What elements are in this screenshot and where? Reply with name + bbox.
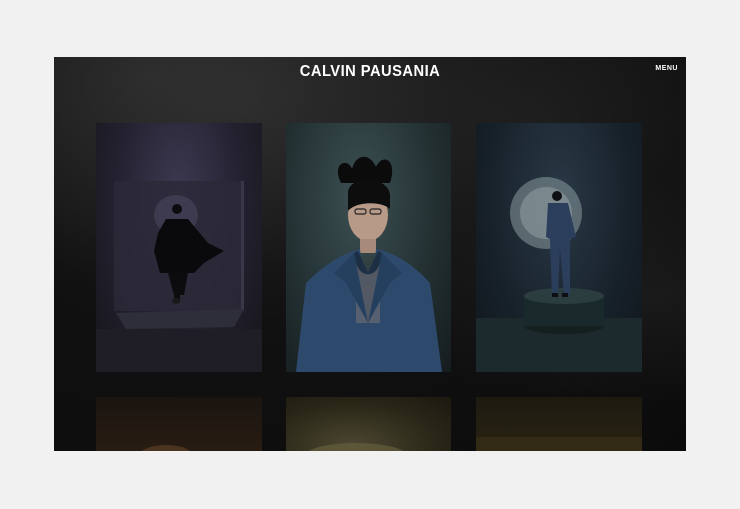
gallery-item-portrait[interactable]	[286, 123, 451, 372]
gallery-item-warm[interactable]	[96, 397, 262, 451]
warm-photo	[142, 445, 190, 451]
pedestal-photo	[476, 177, 642, 372]
olive-photo	[308, 443, 404, 451]
gallery-item-dancer[interactable]	[96, 123, 262, 372]
gold-photo	[476, 437, 642, 451]
gallery-item-pedestal[interactable]	[476, 123, 642, 372]
site-frame: CALVIN PAUSANIA MENU	[54, 57, 686, 451]
dancer-photo	[96, 181, 262, 372]
menu-button[interactable]: MENU	[655, 65, 678, 72]
portrait-photo	[296, 156, 442, 372]
gallery-item-gold[interactable]	[476, 397, 642, 451]
gallery-item-olive[interactable]	[286, 397, 451, 451]
brand-logo[interactable]: CALVIN PAUSANIA	[79, 63, 660, 81]
